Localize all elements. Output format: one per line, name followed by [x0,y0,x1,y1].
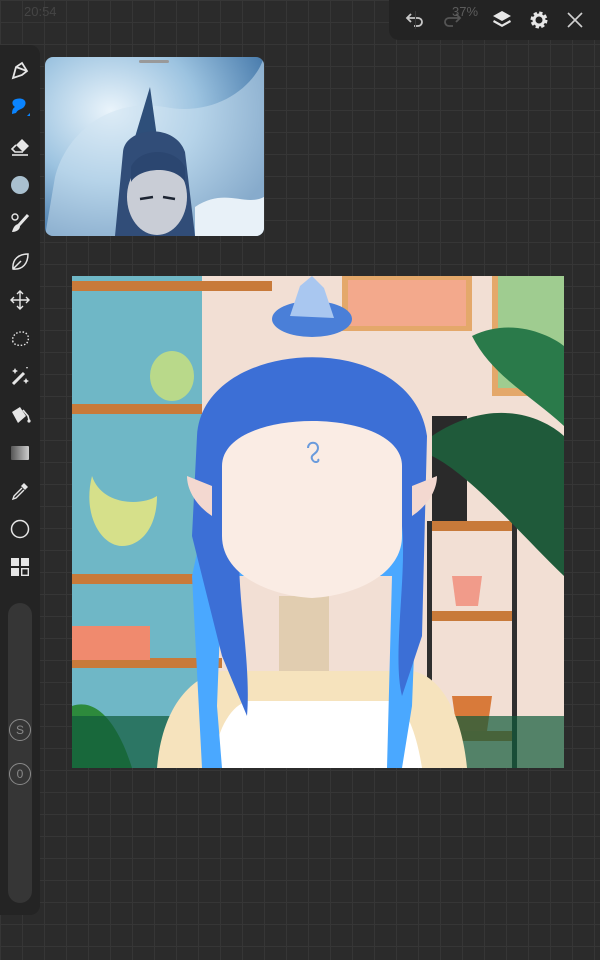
layers-button[interactable] [490,8,514,32]
smudge-brush-icon [11,213,30,232]
color-picker-button[interactable] [6,171,34,199]
paint-bucket-icon [12,407,31,423]
status-battery: 37% [452,4,479,19]
gear-icon [530,11,548,29]
gradient-icon [11,446,29,460]
reference-image [45,57,264,236]
eyedropper-tool[interactable] [6,477,34,505]
lasso-selection-icon [11,331,30,347]
pencil-icon [11,61,29,80]
brush-size-slider[interactable] [8,603,32,903]
top-toolbar [389,0,600,40]
brush-icon [12,98,30,116]
close-icon [567,12,583,28]
gradient-tool[interactable] [6,439,34,467]
magic-wand-icon [11,367,29,386]
opacity-button[interactable]: 0 [9,763,31,785]
grid-icon [11,558,29,576]
liquify-tool[interactable] [6,248,34,276]
shape-tool[interactable] [6,515,34,543]
size-button[interactable]: S [9,719,31,741]
eraser-tool[interactable] [6,133,34,161]
artwork [72,276,564,768]
move-arrows-icon [10,290,30,310]
pencil-tool[interactable] [6,56,34,84]
eraser-icon [10,139,29,156]
drawing-canvas[interactable] [72,276,564,768]
smudge-tool[interactable] [6,209,34,237]
leaf-icon [12,253,29,270]
tool-sidebar: S 0 [0,45,40,915]
fill-tool[interactable] [6,401,34,429]
settings-button[interactable] [527,8,551,32]
eyedropper-icon [11,483,28,501]
layers-icon [493,11,511,27]
selection-tool[interactable] [6,324,34,352]
close-button[interactable] [563,8,587,32]
reference-image-window[interactable] [45,57,264,236]
toolbar-divider [415,11,416,29]
circle-shape-icon [10,519,30,539]
transform-tool[interactable] [6,286,34,314]
brush-tool[interactable] [6,94,34,122]
magic-wand-tool[interactable] [6,362,34,390]
drag-handle[interactable] [139,60,169,63]
more-tools[interactable] [6,553,34,581]
status-time: 20:54 [24,4,57,19]
current-color-swatch [11,176,29,194]
